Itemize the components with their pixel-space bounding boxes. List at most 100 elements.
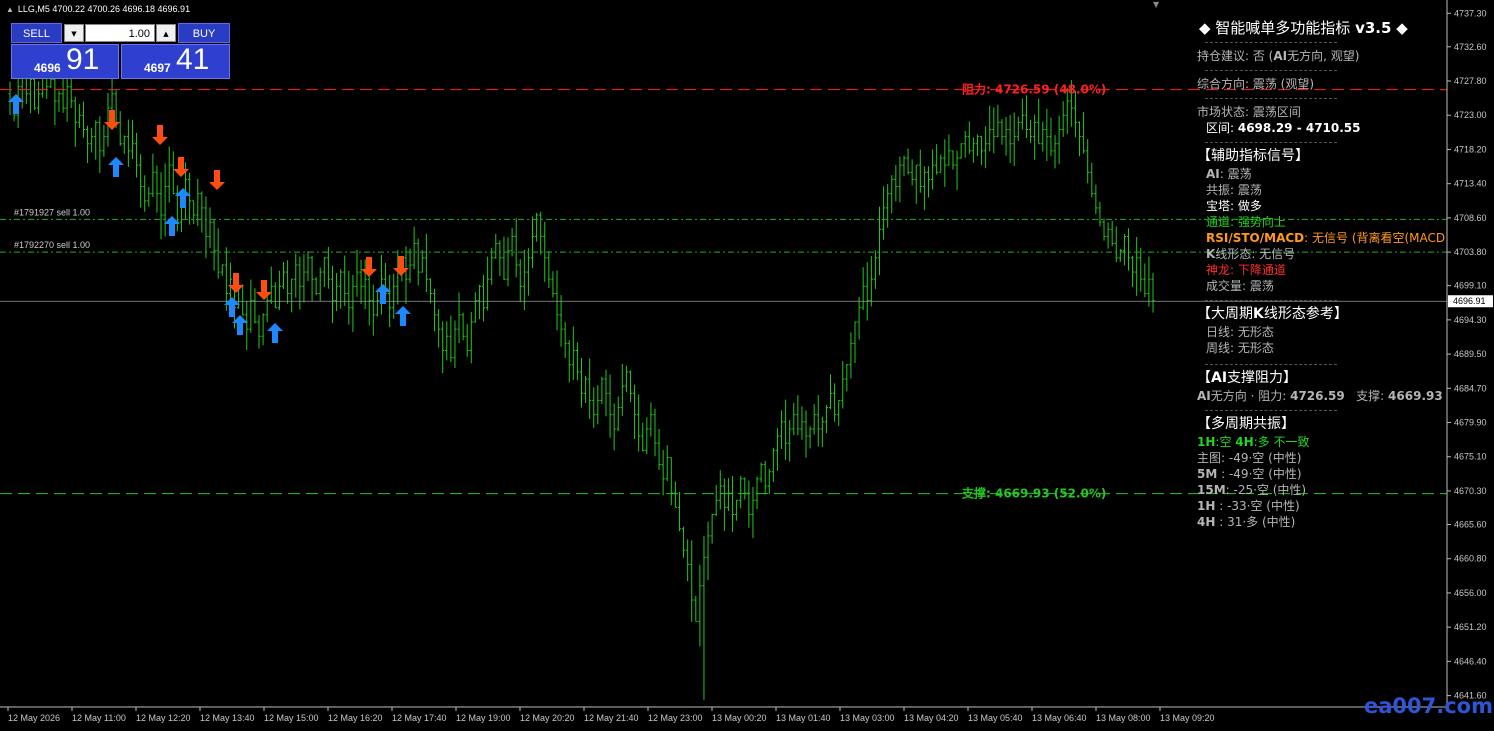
time-tick-label: 13 May 01:40 [776,713,831,723]
time-tick-label: 13 May 05:40 [968,713,1023,723]
price-tick-label: 4727.80 [1454,76,1487,86]
current-price-label: 4696.91 [1453,296,1486,306]
sell-price-box[interactable]: 4696 91 [11,43,119,79]
overall-direction: 综合方向: 震荡 (观望) [1197,77,1315,91]
buy-arrow-icon [108,157,124,177]
sell-price-minor: 91 [66,43,100,76]
time-tick-label: 12 May 15:00 [264,713,319,723]
price-tick-label: 4656.00 [1454,588,1487,598]
price-tick-label: 4670.30 [1454,486,1487,496]
price-tick-label: 4675.10 [1454,452,1487,462]
buy-price-box[interactable]: 4697 41 [121,43,230,79]
signal-volume: 成交量: 震荡 [1206,279,1274,293]
sell-arrow-icon [361,257,377,277]
time-tick-label: 12 May 20:20 [520,713,575,723]
price-tick-label: 4665.60 [1454,519,1487,529]
time-tick-label: 12 May 2026 [8,713,60,723]
one-click-trading-panel: SELL ▼ 1.00 ▲ BUY 4696 91 4697 41 [11,23,230,79]
divider [1205,98,1337,100]
indicator-panel: ◆ 智能喊单多功能指标 v3.5 ◆ 持仓建议: 否 (AI无方向, 观望) 综… [1197,20,1447,530]
signal-resonance: 共振: 震荡 [1206,183,1262,197]
support-label: 支撑: 4669.93 (52.0%) [961,486,1106,501]
panel-title: ◆ 智能喊单多功能指标 v3.5 ◆ [1199,19,1408,37]
time-tick-label: 12 May 12:20 [136,713,191,723]
price-tick-label: 4713.40 [1454,179,1487,189]
mtf-5m: 5M : -49·空 (中性) [1197,467,1302,481]
buy-arrow-icon [267,323,283,343]
divider [1205,364,1337,366]
signal-tower: 宝塔: 做多 [1206,199,1262,213]
lot-size-input[interactable]: 1.00 [85,24,155,42]
sell-arrow-icon [256,280,272,300]
position-advice: 持仓建议: 否 (AI无方向, 观望) [1197,49,1360,63]
range-value: 区间: 4698.29 - 4710.55 [1206,121,1361,135]
signal-ai: AI: 震荡 [1206,167,1252,181]
aux-signals-heading: 【辅助指标信号】 [1197,148,1309,164]
sell-arrow-icon [209,170,225,190]
price-tick-label: 4703.80 [1454,247,1487,257]
ai-sr-values: AI无方向 · 阻力: 4726.59 支撑: 4669.93 [1197,389,1443,403]
market-state: 市场状态: 震荡区间 [1197,105,1301,119]
time-tick-label: 13 May 03:00 [840,713,895,723]
signal-rsi: RSI/STO/MACD: 无信号 (背离看空(MACD [1206,231,1446,245]
time-tick-label: 13 May 04:20 [904,713,959,723]
time-tick-label: 12 May 17:40 [392,713,447,723]
mtf-main: 主图: -49·空 (中性) [1197,451,1302,465]
price-tick-label: 4651.20 [1454,622,1487,632]
time-tick-label: 12 May 23:00 [648,713,703,723]
signal-arrows [8,94,411,343]
buy-price-minor: 41 [176,43,210,76]
mtf-summary: 1H:空 4H:多 不一致 [1197,435,1310,449]
lot-increase-icon[interactable]: ▲ [156,24,176,42]
order-label-2: #1792270 sell 1.00 [14,240,90,250]
sell-arrow-icon [104,110,120,130]
buy-arrow-icon [395,306,411,326]
price-tick-label: 4689.50 [1454,349,1487,359]
time-tick-label: 13 May 06:40 [1032,713,1087,723]
mtf-4h: 4H : 31·多 (中性) [1197,515,1296,529]
resistance-label: 阻力: 4726.59 (48.0%) [962,82,1106,97]
price-tick-label: 4646.40 [1454,656,1487,666]
time-tick-label: 12 May 11:00 [72,713,126,723]
candle-bars [8,48,1155,700]
time-tick-label: 12 May 16:20 [328,713,383,723]
chart-shift-marker-icon[interactable]: ▼ [1153,0,1159,9]
sell-button[interactable]: SELL [11,23,62,43]
mtf-1h: 1H : -33·空 (中性) [1197,499,1300,513]
sell-arrow-icon [152,125,168,145]
time-tick-label: 13 May 00:20 [712,713,767,723]
price-tick-label: 4660.80 [1454,554,1487,564]
price-tick-label: 4699.10 [1454,281,1487,291]
time-tick-label: 13 May 09:20 [1160,713,1215,723]
multi-period-heading: 【多周期共振】 [1197,416,1295,432]
mtf-15m: 15M: -25·空 (中性) [1197,483,1307,497]
price-tick-label: 4732.60 [1454,42,1487,52]
lot-decrease-icon[interactable]: ▼ [64,24,84,42]
sell-arrow-icon [173,157,189,177]
time-tick-label: 13 May 08:00 [1096,713,1151,723]
daily-pattern: 日线: 无形态 [1206,325,1274,339]
divider [1205,42,1337,44]
sell-price-major: 4696 [34,61,61,75]
time-tick-label: 12 May 21:40 [584,713,639,723]
symbol-info: LLG,M5 4700.22 4700.26 4696.18 4696.91 [17,4,191,14]
buy-price-major: 4697 [144,61,171,75]
price-tick-label: 4694.30 [1454,315,1487,325]
divider [1205,300,1337,302]
time-tick-label: 12 May 13:40 [200,713,255,723]
price-tick-label: 4718.20 [1454,144,1487,154]
collapse-triangle-icon[interactable]: ▲ [6,5,14,14]
price-tick-label: 4684.70 [1454,383,1487,393]
price-tick-label: 4679.90 [1454,418,1487,428]
signal-kline: K线形态: 无信号 [1206,247,1296,261]
order-label-1: #1791927 sell 1.00 [14,207,90,217]
price-tick-label: 4737.30 [1454,8,1487,18]
buy-button[interactable]: BUY [178,23,230,43]
time-tick-label: 12 May 19:00 [456,713,511,723]
weekly-pattern: 周线: 无形态 [1206,341,1274,355]
signal-dragon: 神龙: 下降通道 [1206,263,1286,277]
big-period-heading: 【大周期K线形态参考】 [1197,306,1348,322]
price-tick-label: 4708.60 [1454,213,1487,223]
divider [1205,142,1337,144]
chart-header: ▲ LLG,M5 4700.22 4700.26 4696.18 4696.91 [6,4,190,14]
